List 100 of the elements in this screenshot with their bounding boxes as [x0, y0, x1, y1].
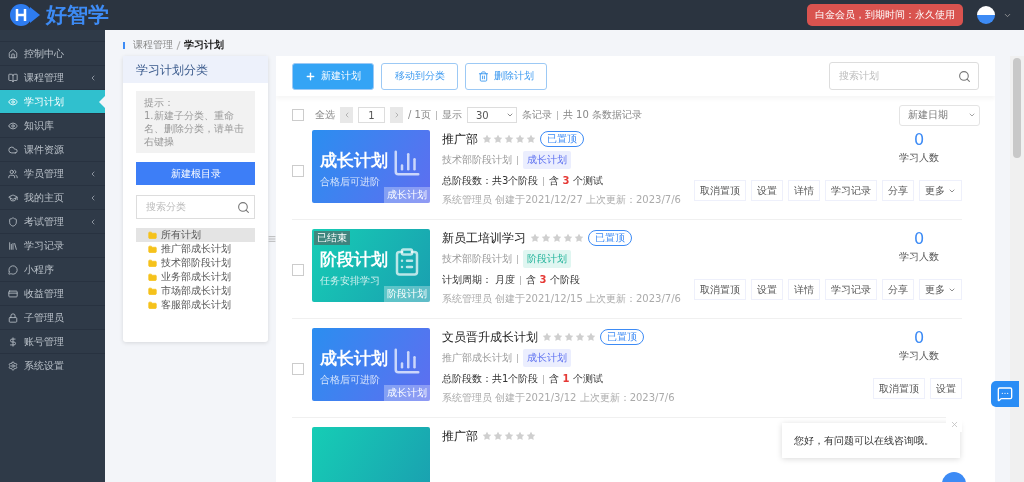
- plan-count: 含 3 个阶段: [526, 273, 580, 287]
- page-input[interactable]: 1: [358, 107, 385, 123]
- close-icon: [949, 419, 959, 429]
- learner-label: 学习人数: [899, 250, 939, 264]
- previous-page-button[interactable]: [340, 107, 353, 123]
- plan-category: 技术部阶段计划: [442, 252, 512, 266]
- sidebar-item[interactable]: 系统设置: [0, 353, 105, 377]
- plan-category: 推广部成长计划: [442, 351, 512, 365]
- folder-icon: [148, 258, 157, 268]
- learner-label: 学习人数: [899, 151, 939, 165]
- next-page-button[interactable]: [390, 107, 403, 123]
- folder-icon: [148, 230, 157, 240]
- breadcrumb-current: 学习计划: [184, 38, 224, 52]
- hint-text: 提示： 1.新建子分类、重命名、删除分类，请单击右键操: [136, 91, 255, 153]
- sidebar-item[interactable]: 子管理员: [0, 305, 105, 329]
- ended-label: 已结束: [314, 231, 350, 245]
- learner-count: 0: [913, 130, 925, 149]
- plan-meta: 系统管理员 创建于2021/3/12 上次更新：2023/7/6: [442, 391, 676, 405]
- sidebar-item[interactable]: 课件资源: [0, 137, 105, 161]
- chat-message: 您好，有问题可以在线咨询哦。: [794, 433, 934, 448]
- sidebar-item[interactable]: 考试管理: [0, 209, 105, 233]
- page-count: / 1页: [408, 108, 431, 122]
- plan-action-button[interactable]: 取消置顶: [873, 378, 925, 399]
- settings-icon: [8, 360, 18, 371]
- users-icon: [8, 168, 18, 179]
- folder-icon: [148, 286, 157, 296]
- learner-count: 0: [913, 328, 925, 347]
- chat-button[interactable]: [991, 381, 1019, 407]
- tree-item[interactable]: 客服部成长计划: [136, 298, 255, 312]
- card-icon: [8, 288, 18, 299]
- thumbnail-corner-label: 阶段计划: [384, 286, 430, 302]
- plan-action-button[interactable]: 分享: [882, 279, 914, 300]
- plan-action-button[interactable]: 设置: [751, 180, 783, 201]
- trash-icon: [478, 70, 489, 82]
- plan-action-button[interactable]: 取消置顶: [694, 279, 746, 300]
- breadcrumb-marker: [123, 41, 125, 49]
- tree-item[interactable]: 技术部阶段计划: [136, 256, 255, 270]
- plan-title[interactable]: 文员晋升成长计划: [442, 328, 538, 346]
- plan-title[interactable]: 新员工培训学习: [442, 229, 526, 247]
- search-icon: [958, 69, 971, 83]
- folder-icon: [148, 300, 157, 310]
- plan-checkbox[interactable]: [292, 363, 304, 375]
- tree-item[interactable]: 业务部成长计划: [136, 270, 255, 284]
- sidebar-item[interactable]: 学习记录: [0, 233, 105, 257]
- sidebar-item[interactable]: 我的主页: [0, 185, 105, 209]
- thumbnail-subtitle: 合格后可进阶: [320, 175, 380, 189]
- search-icon: [237, 200, 250, 214]
- plan-meta: 系统管理员 创建于2021/12/15 上次更新：2023/7/6: [442, 292, 682, 306]
- plan-type-tag: 阶段计划: [523, 250, 571, 268]
- chat-icon: [997, 386, 1013, 402]
- logo-text: 好智学: [46, 2, 109, 29]
- plan-action-button[interactable]: 详情: [788, 180, 820, 201]
- sidebar-item[interactable]: 学员管理: [0, 161, 105, 185]
- sidebar-item[interactable]: 知识库: [0, 113, 105, 137]
- sidebar-item[interactable]: 控制中心: [0, 41, 105, 65]
- plan-count: 含 3 个测试: [549, 174, 603, 188]
- bar-chart-icon: [392, 148, 422, 178]
- home-icon: [8, 48, 18, 59]
- tree-item[interactable]: 所有计划: [136, 228, 255, 242]
- shield-icon: [8, 216, 18, 227]
- logo-icon: [10, 3, 42, 27]
- select-all-checkbox[interactable]: [292, 109, 304, 121]
- plan-title[interactable]: 推广部: [442, 427, 478, 445]
- plus-icon: [305, 70, 316, 82]
- sidebar-item[interactable]: 账号管理: [0, 329, 105, 353]
- dollar-icon: [8, 336, 18, 347]
- resize-handle-icon[interactable]: [268, 235, 276, 243]
- plan-checkbox[interactable]: [292, 264, 304, 276]
- plan-action-button[interactable]: 设置: [930, 378, 962, 399]
- plan-action-button[interactable]: 设置: [751, 279, 783, 300]
- plan-action-button[interactable]: 分享: [882, 180, 914, 201]
- plan-action-button[interactable]: 取消置顶: [694, 180, 746, 201]
- plan-title[interactable]: 推广部: [442, 130, 478, 148]
- sort-select[interactable]: 新建日期: [899, 104, 980, 126]
- plan-action-button[interactable]: 学习记录: [825, 279, 877, 300]
- plan-action-button[interactable]: 学习记录: [825, 180, 877, 201]
- thumbnail-title: 阶段计划: [320, 248, 388, 271]
- plan-category: 技术部阶段计划: [442, 153, 512, 167]
- new-root-button[interactable]: 新建根目录: [136, 162, 255, 185]
- avatar[interactable]: [977, 6, 995, 24]
- panel-title: 学习计划分类: [123, 56, 268, 83]
- caret-icon: [968, 111, 976, 119]
- total-records: 共 10 条数据记录: [562, 108, 642, 122]
- plan-action-button[interactable]: 更多: [919, 279, 962, 300]
- plan-action-button[interactable]: 详情: [788, 279, 820, 300]
- thumbnail-subtitle: 任务安排学习: [320, 274, 380, 288]
- tree-item[interactable]: 推广部成长计划: [136, 242, 255, 256]
- plan-checkbox[interactable]: [292, 165, 304, 177]
- plan-count: 含 1 个测试: [549, 372, 603, 386]
- sidebar-item[interactable]: 收益管理: [0, 281, 105, 305]
- sidebar-item[interactable]: 小程序: [0, 257, 105, 281]
- tree-item[interactable]: 市场部成长计划: [136, 284, 255, 298]
- plan-stat: 总阶段数：共1个阶段: [442, 372, 539, 386]
- eye-icon: [8, 120, 18, 131]
- plan-action-button[interactable]: 更多: [919, 180, 962, 201]
- page-size-select[interactable]: 30: [466, 107, 517, 123]
- scrollbar-thumb[interactable]: [1013, 58, 1021, 158]
- thumbnail-corner-label: 成长计划: [384, 385, 430, 401]
- folder-icon: [148, 272, 157, 282]
- plan-stat: 计划周期： 月度: [442, 273, 516, 287]
